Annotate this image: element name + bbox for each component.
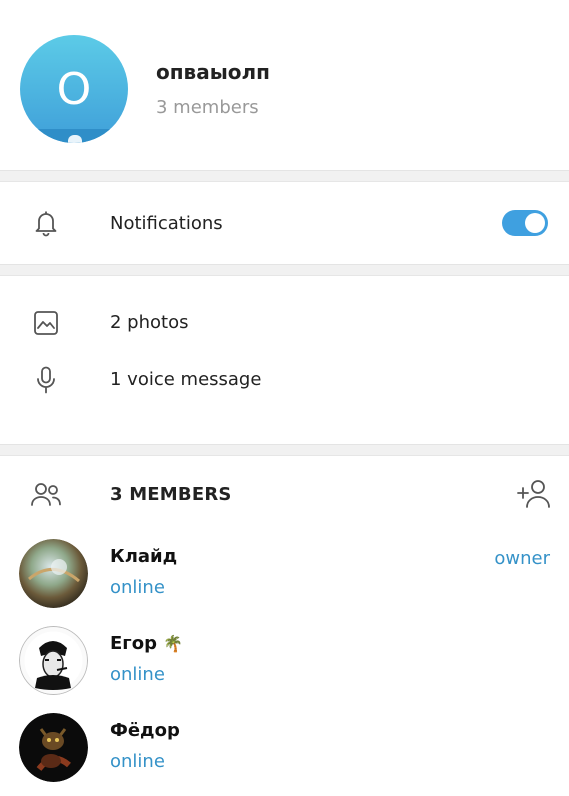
section-divider bbox=[0, 444, 569, 456]
microphone-icon bbox=[28, 362, 64, 398]
member-avatar bbox=[19, 539, 88, 608]
voice-row[interactable]: 1 voice message bbox=[0, 351, 569, 408]
section-divider bbox=[0, 170, 569, 182]
member-name: Фёдор bbox=[110, 720, 180, 741]
section-divider bbox=[0, 264, 569, 276]
member-role-badge: owner bbox=[494, 548, 550, 569]
chat-title: опваыолп bbox=[156, 60, 271, 84]
photos-label: 2 photos bbox=[110, 312, 189, 333]
camera-icon bbox=[68, 135, 82, 143]
add-user-icon[interactable] bbox=[515, 478, 551, 510]
member-name-text: Егор bbox=[110, 633, 157, 654]
notifications-toggle[interactable] bbox=[502, 210, 548, 236]
member-name: Клайд bbox=[110, 546, 178, 567]
member-status: online bbox=[110, 664, 165, 685]
member-status: online bbox=[110, 577, 165, 598]
bell-icon bbox=[28, 205, 64, 241]
members-header-label: 3 MEMBERS bbox=[110, 483, 232, 505]
chat-avatar-letter: O bbox=[56, 63, 92, 115]
notifications-label: Notifications bbox=[110, 212, 223, 234]
members-section: 3 MEMBERS Клайд online owner Егор 🌴 onli… bbox=[0, 456, 569, 793]
chat-info-header: O опваыолп 3 members bbox=[0, 0, 569, 170]
notifications-section: Notifications bbox=[0, 182, 569, 264]
member-avatar bbox=[19, 626, 88, 695]
image-icon bbox=[28, 305, 64, 341]
members-header: 3 MEMBERS bbox=[0, 456, 569, 532]
palm-tree-icon: 🌴 bbox=[162, 634, 183, 653]
member-row[interactable]: Клайд online owner bbox=[0, 532, 569, 619]
chat-avatar[interactable]: O bbox=[20, 35, 128, 143]
member-avatar bbox=[19, 713, 88, 782]
users-icon bbox=[28, 476, 64, 512]
photos-row[interactable]: 2 photos bbox=[0, 294, 569, 351]
shared-media-section: 2 photos 1 voice message bbox=[0, 294, 569, 444]
notifications-row[interactable]: Notifications bbox=[0, 182, 569, 264]
member-row[interactable]: Фёдор online bbox=[0, 706, 569, 793]
member-name: Егор 🌴 bbox=[110, 633, 183, 654]
member-row[interactable]: Егор 🌴 online bbox=[0, 619, 569, 706]
voice-label: 1 voice message bbox=[110, 369, 262, 390]
member-count: 3 members bbox=[156, 97, 259, 118]
toggle-knob bbox=[525, 213, 545, 233]
member-status: online bbox=[110, 751, 165, 772]
